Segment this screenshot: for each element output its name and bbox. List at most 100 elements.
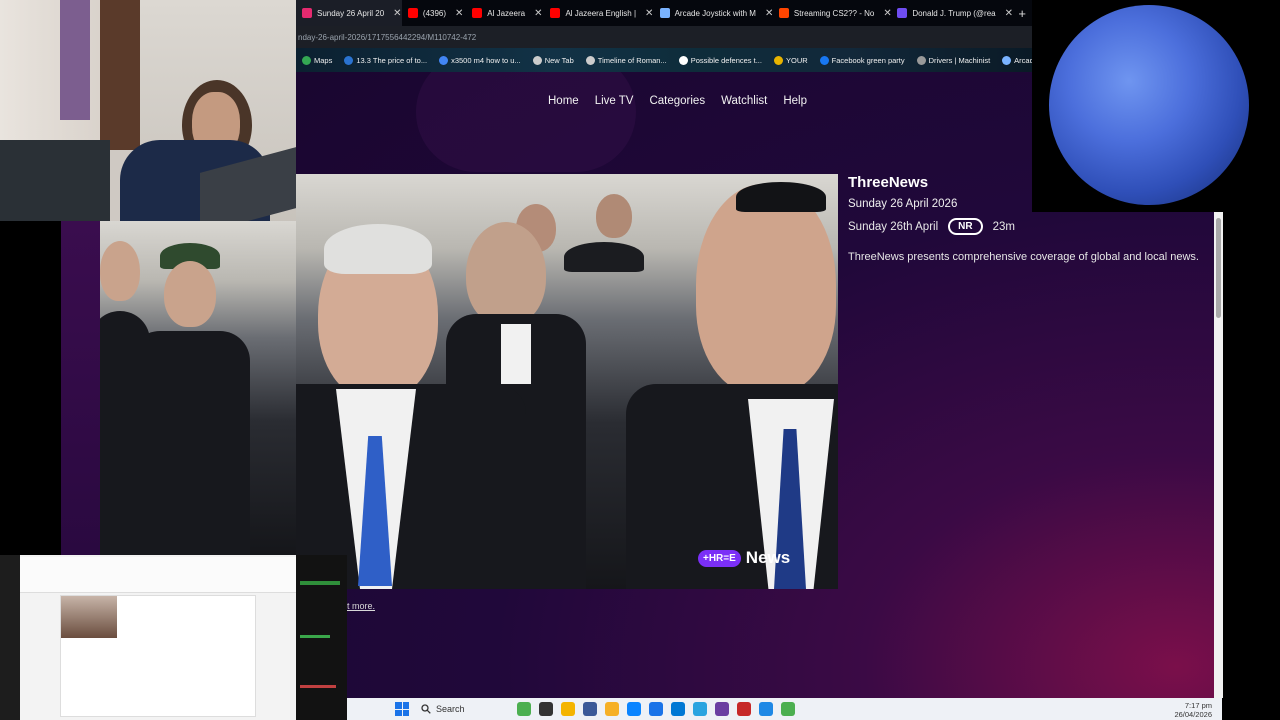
tab-label: Al Jazeera <box>487 8 526 18</box>
tab-favicon-icon <box>407 8 418 18</box>
page-left-band <box>61 221 101 555</box>
bookmark-favicon-icon <box>916 55 926 65</box>
browser-tab[interactable]: Al Jazeera ✕ <box>466 0 544 26</box>
clock-time: 7:17 pm <box>1184 701 1212 710</box>
bookmark-favicon-icon <box>344 55 354 65</box>
taskbar-apps <box>517 702 795 716</box>
image-editor-overlay <box>0 555 347 720</box>
taskbar-app-icon[interactable] <box>561 702 575 716</box>
scrollbar-thumb[interactable] <box>1216 218 1221 318</box>
taskbar-app-icon[interactable] <box>737 702 751 716</box>
page-scrollbar[interactable] <box>1214 212 1223 698</box>
video-player[interactable]: +HR=E News <box>296 174 838 589</box>
tab-favicon-icon <box>897 8 908 18</box>
bookmark-favicon-icon <box>302 55 311 65</box>
clock-date: 26/04/2026 <box>1174 710 1212 719</box>
browser-tab[interactable]: Donald J. Trump (@rea ✕ <box>891 0 1012 26</box>
bookmark-item[interactable]: Arcade Joystick w <box>996 55 1032 65</box>
bookmark-favicon-icon <box>1002 55 1012 65</box>
bookmark-item[interactable]: New Tab <box>527 55 580 65</box>
bookmark-label: YOUR <box>785 55 808 65</box>
three-logo-word: News <box>745 548 791 567</box>
tab-label: Al Jazeera English | <box>565 8 637 18</box>
browser-tab-bar: Sunday 26 April 20 ✕ (4396) ✕ Al Jazeera ✕ Al … <box>296 0 1032 26</box>
close-icon[interactable]: ✕ <box>393 8 401 19</box>
bookmark-label: Timeline of Roman... <box>597 55 667 65</box>
taskbar-search-label: Search <box>436 704 465 714</box>
bookmark-item[interactable]: Drivers | Machinist <box>911 55 997 65</box>
nav-watchlist[interactable]: Watchlist <box>721 95 767 107</box>
new-tab-button[interactable]: + <box>1012 6 1032 21</box>
search-icon <box>421 704 431 714</box>
bookmark-label: New Tab <box>544 55 574 65</box>
neptune-image <box>1049 5 1249 205</box>
bookmark-item[interactable]: YOUR <box>768 55 814 65</box>
tab-label: Donald J. Trump (@rea <box>912 8 996 18</box>
close-icon[interactable]: ✕ <box>455 8 463 19</box>
bookmark-label: x3500 m4 how to u... <box>451 55 521 65</box>
bookmark-label: Maps <box>314 55 333 65</box>
bookmark-label: Facebook green party <box>831 55 905 65</box>
desktop-screen: Sunday 26 April 20 ✕ (4396) ✕ Al Jazeera ✕ Al … <box>0 0 1280 720</box>
bookmark-favicon-icon <box>773 55 783 65</box>
taskbar-app-icon[interactable] <box>583 702 597 716</box>
browser-tab[interactable]: Sunday 26 April 20 ✕ <box>296 0 402 26</box>
taskbar-app-icon[interactable] <box>781 702 795 716</box>
bookmarks-bar: Maps 13.3 The price of to... x3500 m4 how … <box>296 48 1032 72</box>
browser-tab[interactable]: (4396) ✕ <box>402 0 466 26</box>
three-news-logo: +HR=E News <box>698 548 790 568</box>
taskbar-search[interactable]: Search <box>421 700 511 718</box>
close-icon[interactable]: ✕ <box>645 8 653 19</box>
bookmark-item[interactable]: Facebook green party <box>814 55 911 65</box>
bookmark-label: Possible defences t... <box>690 55 762 65</box>
address-bar[interactable]: nday-26-april-2026/1717556442294/M110742… <box>296 26 1032 48</box>
bookmark-item[interactable]: Timeline of Roman... <box>580 55 673 65</box>
bookmark-favicon-icon <box>532 55 542 65</box>
close-icon[interactable]: ✕ <box>765 8 773 19</box>
bookmark-item[interactable]: Maps <box>296 55 338 65</box>
tab-favicon-icon <box>550 8 561 18</box>
nav-home[interactable]: Home <box>548 95 579 107</box>
tab-favicon-icon <box>778 8 789 18</box>
nav-live-tv[interactable]: Live TV <box>595 95 634 107</box>
taskbar-app-icon[interactable] <box>715 702 729 716</box>
close-icon[interactable]: ✕ <box>883 8 891 19</box>
bookmark-label: Arcade Joystick w <box>1014 55 1032 65</box>
episode-meta: Sunday 26th April NR 23m <box>848 218 1208 235</box>
bookmark-item[interactable]: Possible defences t... <box>673 55 768 65</box>
bookmark-favicon-icon <box>439 55 449 65</box>
windows-taskbar: Search 7:17 pm 26/04/2026 <box>347 698 1222 720</box>
episode-airdate: Sunday 26th April <box>848 220 939 233</box>
tab-label: Streaming CS2?? - No <box>793 8 875 18</box>
taskbar-app-icon[interactable] <box>671 702 685 716</box>
top-nav: Home Live TV Categories Watchlist Help <box>548 95 807 107</box>
bookmark-favicon-icon <box>678 55 688 65</box>
url-text: nday-26-april-2026/1717556442294/M110742… <box>298 32 477 42</box>
taskbar-clock[interactable]: 7:17 pm 26/04/2026 <box>1174 701 1212 719</box>
nav-categories[interactable]: Categories <box>649 95 705 107</box>
bookmark-item[interactable]: x3500 m4 how to u... <box>433 55 527 65</box>
taskbar-app-icon[interactable] <box>649 702 663 716</box>
close-icon[interactable]: ✕ <box>1005 8 1013 19</box>
browser-tab[interactable]: Arcade Joystick with M ✕ <box>654 0 773 26</box>
browser-tab[interactable]: Al Jazeera English | ✕ <box>544 0 653 26</box>
browser-tab[interactable]: Streaming CS2?? - No ✕ <box>773 0 891 26</box>
nav-help[interactable]: Help <box>783 95 807 107</box>
bookmark-item[interactable]: 13.3 The price of to... <box>338 55 433 65</box>
taskbar-app-icon[interactable] <box>605 702 619 716</box>
video-left-portion[interactable] <box>100 221 296 555</box>
tab-label: Arcade Joystick with M <box>674 8 756 18</box>
close-icon[interactable]: ✕ <box>534 8 542 19</box>
taskbar-app-icon[interactable] <box>693 702 707 716</box>
windows-start-icon[interactable] <box>395 702 409 716</box>
taskbar-app-icon[interactable] <box>517 702 531 716</box>
taskbar-app-icon[interactable] <box>627 702 641 716</box>
bookmark-label: Drivers | Machinist <box>928 55 991 65</box>
taskbar-app-icon[interactable] <box>539 702 553 716</box>
taskbar-app-icon[interactable] <box>759 702 773 716</box>
episode-description: ThreeNews presents comprehensive coverag… <box>848 251 1199 263</box>
background-shape <box>416 72 636 172</box>
three-logo-pill: +HR=E <box>698 549 741 567</box>
bookmark-favicon-icon <box>819 55 829 65</box>
read-more-link[interactable]: t more. <box>347 601 375 611</box>
